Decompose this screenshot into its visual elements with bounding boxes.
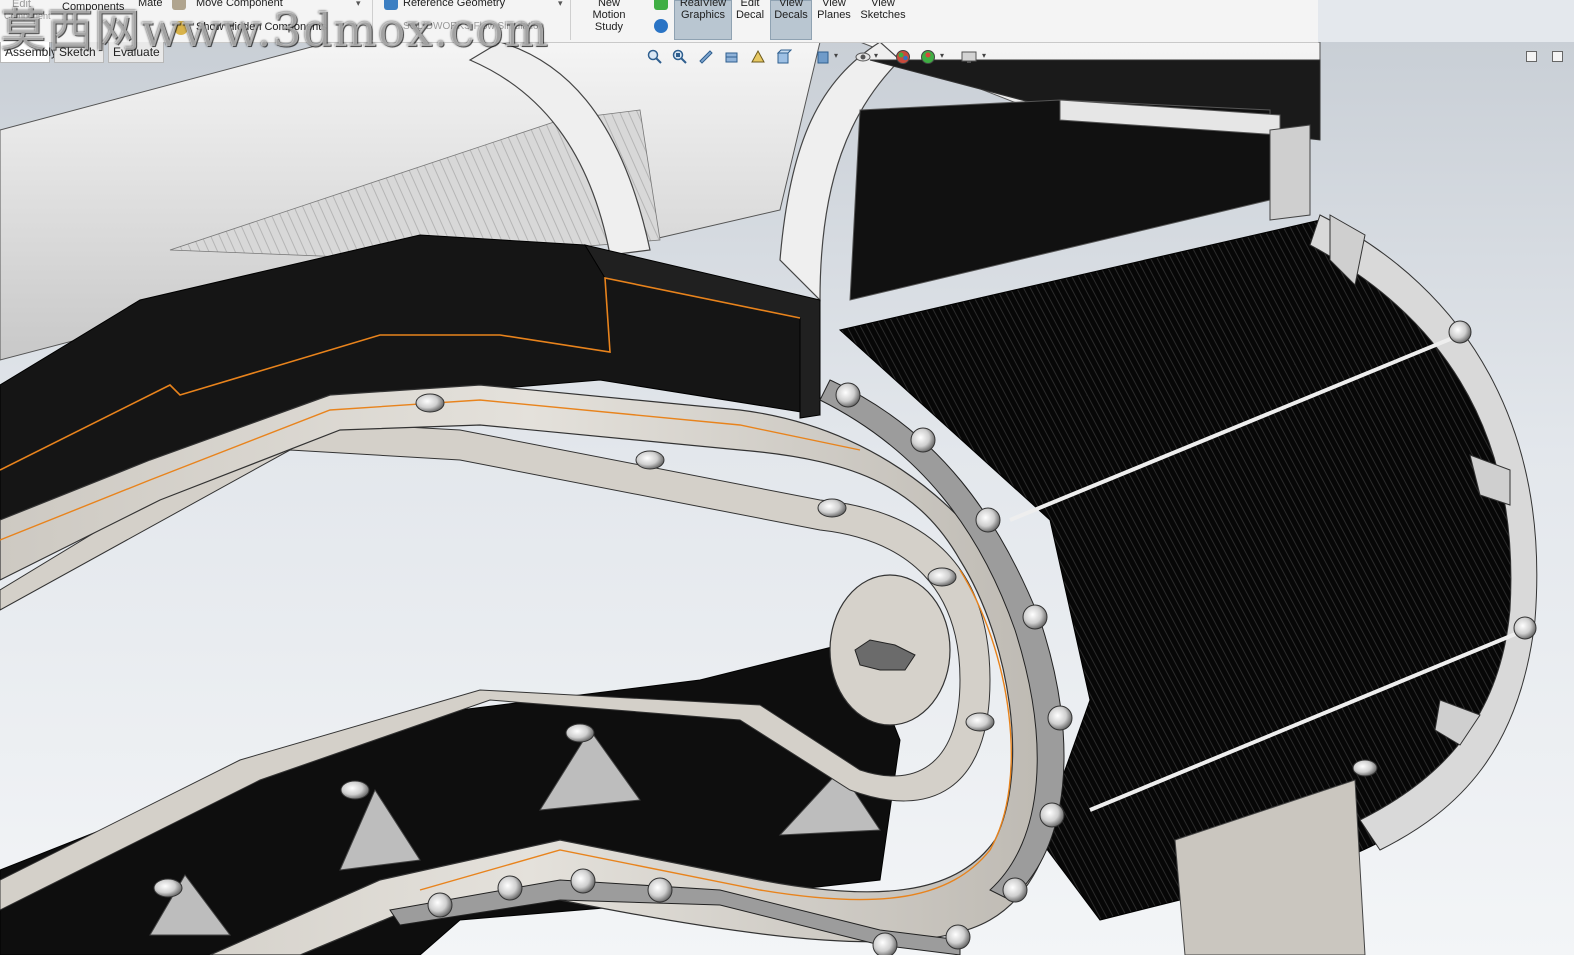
track-roller: [153, 878, 183, 898]
chevron-down-icon[interactable]: ▾: [940, 51, 944, 60]
edit-decal-line2[interactable]: Decal: [734, 9, 766, 21]
graphics-viewport[interactable]: [0, 42, 1574, 955]
section-view-icon[interactable]: [724, 49, 740, 65]
roller: [835, 382, 861, 408]
restore-window-icon[interactable]: [1526, 51, 1537, 62]
chevron-down-icon[interactable]: ▾: [834, 51, 838, 60]
view-decals-line1: View: [779, 0, 803, 9]
chevron-down-icon[interactable]: ▾: [558, 0, 563, 9]
realview-line2: Graphics: [680, 9, 726, 21]
view-sketches-line2[interactable]: Sketches: [858, 9, 908, 21]
track-roller: [340, 780, 370, 800]
appearance-icon[interactable]: [654, 0, 668, 10]
dynamic-annotation-icon[interactable]: [750, 49, 766, 65]
view-planes-line1[interactable]: View: [814, 0, 854, 9]
ribbon-empty-area: [1318, 0, 1574, 42]
maximize-window-icon[interactable]: [1552, 51, 1563, 62]
chevron-down-icon[interactable]: ▾: [982, 51, 986, 60]
view-decals-line2: Decals: [774, 9, 808, 21]
axle-end-bottom: [1513, 616, 1537, 640]
watermark-text: 莫西网www.3dmox.com: [0, 3, 549, 57]
ribbon-separator: [570, 0, 571, 40]
view-sketches-line1[interactable]: View: [858, 0, 908, 9]
roller: [1022, 604, 1048, 630]
new-motion-study-line1[interactable]: New: [588, 0, 630, 9]
roller: [1002, 877, 1028, 903]
edit-appearance-icon[interactable]: [895, 49, 911, 65]
track-roller: [927, 567, 957, 587]
escalator-model-view[interactable]: [0, 42, 1574, 955]
previous-view-icon[interactable]: [698, 49, 714, 65]
track-roller: [817, 498, 847, 518]
track-roller: [965, 712, 995, 732]
roller: [910, 427, 936, 453]
roller: [1047, 705, 1073, 731]
roller: [647, 877, 673, 903]
chevron-down-icon[interactable]: ▾: [874, 51, 878, 60]
display-style-icon[interactable]: [815, 49, 831, 65]
apply-scene-icon[interactable]: [920, 49, 936, 65]
roller: [497, 875, 523, 901]
roller: [427, 892, 453, 918]
edit-decal-line1[interactable]: Edit: [734, 0, 766, 9]
track-roller: [1352, 759, 1378, 777]
axle-end-top: [1448, 320, 1472, 344]
roller: [975, 507, 1001, 533]
hide-show-icon[interactable]: [855, 49, 871, 65]
track-roller: [635, 450, 665, 470]
track-roller: [415, 393, 445, 413]
roller: [945, 924, 971, 950]
roller: [1039, 802, 1065, 828]
scene-icon[interactable]: [654, 19, 668, 33]
new-motion-study-line2[interactable]: Motion: [588, 9, 630, 21]
zoom-area-icon[interactable]: [672, 49, 688, 65]
track-roller: [565, 723, 595, 743]
roller: [872, 932, 898, 955]
roller: [570, 868, 596, 894]
realview-line1: RealView: [679, 0, 727, 9]
zoom-to-fit-icon[interactable]: [647, 49, 663, 65]
view-planes-line2[interactable]: Planes: [814, 9, 854, 21]
right-post: [1269, 124, 1311, 221]
new-motion-study-line3[interactable]: Study: [588, 21, 630, 33]
view-orientation-icon[interactable]: [776, 49, 792, 65]
view-settings-icon[interactable]: [961, 49, 977, 65]
